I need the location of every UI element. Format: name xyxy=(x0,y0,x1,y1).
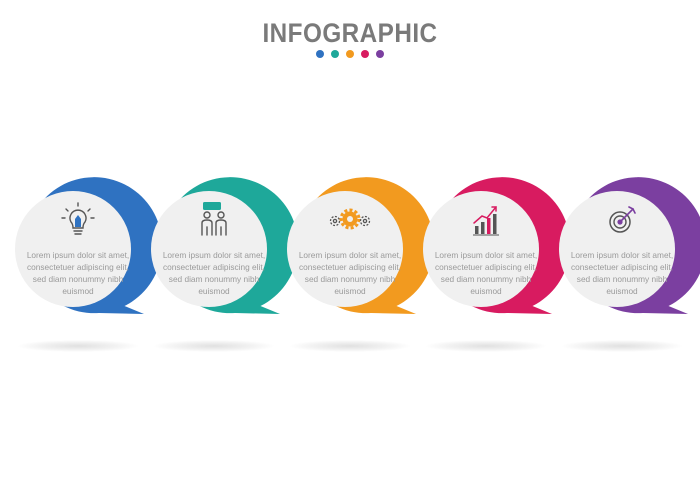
color-dot-1 xyxy=(316,50,324,58)
color-dot-5 xyxy=(376,50,384,58)
growth-chart-icon xyxy=(473,206,499,236)
infographic-title: INFOGRAPHIC xyxy=(262,18,438,48)
target-arrow-icon xyxy=(609,206,636,233)
step-1-text: Lorem ipsum dolor sit amet, consectetuer… xyxy=(26,250,130,296)
color-dot-3 xyxy=(346,50,354,58)
shadow-5 xyxy=(562,340,682,352)
step-5: Lorem ipsum dolor sit amet, consectetuer… xyxy=(554,177,700,319)
color-dot-2 xyxy=(331,50,339,58)
step-3: Lorem ipsum dolor sit amet, consectetuer… xyxy=(282,177,435,319)
step-4: Lorem ipsum dolor sit amet, consectetuer… xyxy=(418,177,571,319)
step-4-text: Lorem ipsum dolor sit amet, consectetuer… xyxy=(434,250,538,296)
step-1: Lorem ipsum dolor sit amet, consectetuer… xyxy=(10,177,163,319)
color-dot-4 xyxy=(361,50,369,58)
shadow-1 xyxy=(18,340,138,352)
shadow-4 xyxy=(426,340,546,352)
people-chat-icon xyxy=(201,202,227,236)
step-2: Lorem ipsum dolor sit amet, consectetuer… xyxy=(146,177,299,319)
step-5-text: Lorem ipsum dolor sit amet, consectetuer… xyxy=(570,250,674,296)
color-dots xyxy=(0,50,700,58)
shadow-3 xyxy=(290,340,410,352)
lightbulb-icon xyxy=(61,202,95,235)
step-3-text: Lorem ipsum dolor sit amet, consectetuer… xyxy=(298,250,402,296)
step-2-text: Lorem ipsum dolor sit amet, consectetuer… xyxy=(162,250,266,296)
shadow-2 xyxy=(154,340,274,352)
gears-icon xyxy=(329,208,371,230)
